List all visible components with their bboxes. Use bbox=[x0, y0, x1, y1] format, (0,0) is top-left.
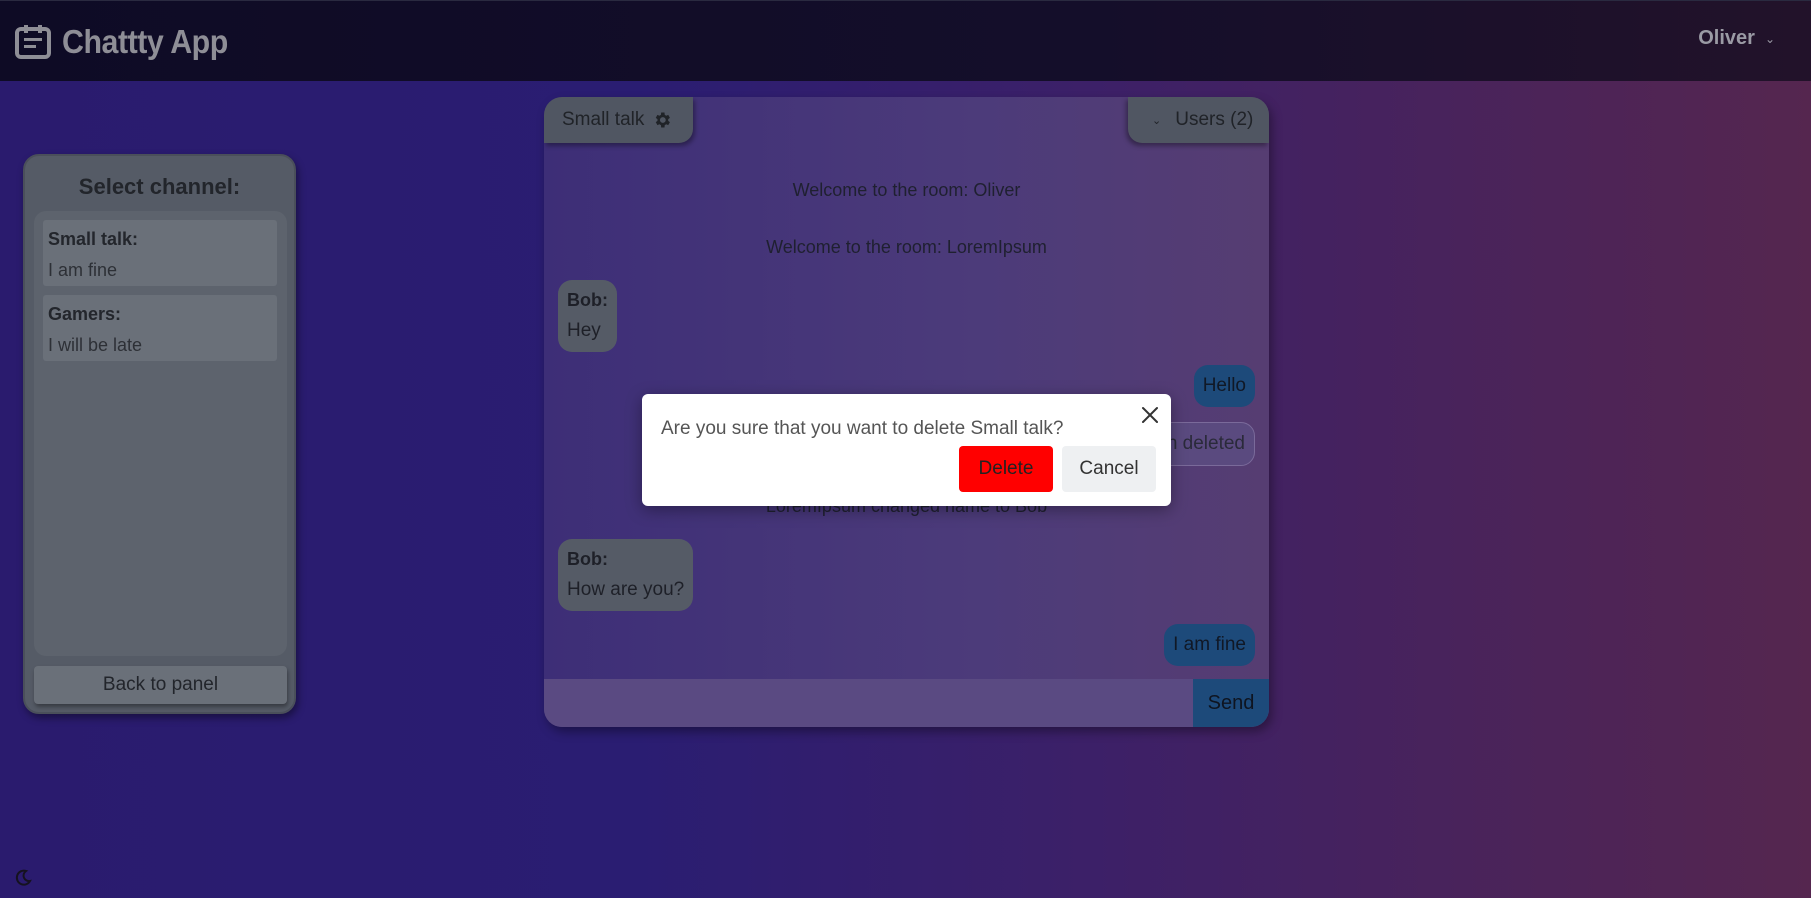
delete-confirm-modal: Are you sure that you want to delete Sma… bbox=[642, 394, 1171, 506]
modal-question: Are you sure that you want to delete Sma… bbox=[661, 418, 1064, 439]
cancel-button[interactable]: Cancel bbox=[1062, 446, 1156, 492]
moon-icon[interactable] bbox=[13, 868, 33, 888]
close-icon[interactable] bbox=[1139, 404, 1161, 426]
delete-button[interactable]: Delete bbox=[959, 446, 1053, 492]
